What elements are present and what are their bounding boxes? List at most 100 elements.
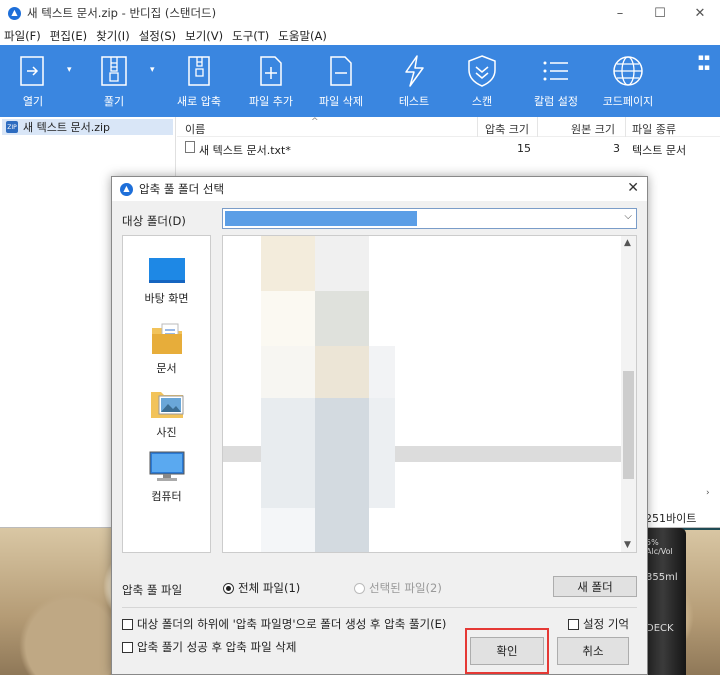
toolbar-extract-button[interactable]: 풀기 — [94, 45, 134, 117]
checkbox-remember-settings[interactable]: 설정 기억 — [568, 616, 629, 632]
place-computer[interactable]: 컴퓨터 — [123, 450, 210, 504]
menu-view[interactable]: 보기(V) — [185, 28, 223, 44]
toolbar-scan-button[interactable]: 스캔 — [464, 45, 500, 117]
column-header-file-type[interactable]: 파일 종류 — [632, 121, 676, 137]
checkbox-create-subfolder[interactable]: 대상 폴더의 하위에 '압축 파일명'으로 폴더 생성 후 압축 풀기(E) — [122, 616, 446, 632]
scroll-up-icon[interactable]: ▲ — [624, 238, 631, 248]
radio-selected-files[interactable]: 선택된 파일(2) — [354, 580, 442, 596]
list-header: 이름 ^ 압축 크기 원본 크기 파일 종류 — [177, 117, 720, 137]
menu-edit[interactable]: 편집(E) — [50, 28, 87, 44]
desktop-icon — [148, 258, 185, 283]
place-documents[interactable]: 문서 — [123, 320, 210, 376]
sort-ascending-icon: ^ — [311, 117, 319, 127]
toolbar-test-button[interactable]: 테스트 — [396, 45, 432, 117]
delete-file-icon — [330, 56, 352, 86]
dialog-title-bar[interactable]: ▲ 압축 풀 폴더 선택 ✕ — [112, 177, 647, 201]
folder-view-scrollbar[interactable]: ▲ ▼ — [621, 236, 636, 552]
chevron-down-icon[interactable]: ⌵ — [624, 211, 632, 222]
checkbox-unchecked-icon — [122, 618, 133, 630]
new-archive-icon — [188, 56, 210, 86]
minimize-button[interactable]: – — [600, 0, 640, 26]
column-divider — [625, 117, 626, 137]
toolbar-new-archive-label: 새로 압축 — [177, 95, 221, 108]
menu-settings[interactable]: 설정(S) — [139, 28, 176, 44]
scroll-down-icon[interactable]: ▼ — [624, 540, 631, 550]
destination-folder-combo[interactable]: ⌵ — [222, 208, 637, 229]
test-icon — [405, 55, 424, 87]
tree-item-archive[interactable]: ZIP 새 텍스트 문서.zip — [2, 119, 173, 135]
column-divider — [537, 117, 538, 137]
radio-all-files-label: 전체 파일(1) — [238, 581, 301, 595]
open-icon — [20, 56, 44, 86]
dialog-title: 압축 풀 폴더 선택 — [139, 182, 225, 196]
menu-bar: 파일(F) 편집(E) 찾기(I) 설정(S) 보기(V) 도구(T) 도움말(… — [0, 26, 720, 45]
text-file-icon — [185, 141, 195, 153]
title-bar[interactable]: ▲ 새 텍스트 문서.zip - 반디집 (스탠더드) – ☐ ✕ — [0, 0, 720, 26]
window-title: 새 텍스트 문서.zip - 반디집 (스탠더드) — [27, 6, 217, 20]
cancel-button[interactable]: 취소 — [557, 637, 629, 665]
menu-find[interactable]: 찾기(I) — [96, 28, 130, 44]
checkbox-remember-settings-label: 설정 기억 — [583, 617, 629, 631]
file-compressed-size: 15 — [517, 142, 531, 155]
toolbar-delete-file-label: 파일 삭제 — [319, 95, 363, 108]
places-panel: 바탕 화면 문서 사진 컴퓨터 — [122, 235, 211, 553]
menu-tools[interactable]: 도구(T) — [232, 28, 269, 44]
toolbar-new-archive-button[interactable]: 새로 압축 — [172, 45, 226, 117]
place-label: 문서 — [156, 362, 177, 375]
toolbar-columns-button[interactable]: 칼럼 설정 — [530, 45, 582, 117]
pictures-folder-icon — [150, 392, 183, 418]
toolbar-add-file-label: 파일 추가 — [249, 95, 293, 108]
column-header-name[interactable]: 이름 — [185, 121, 205, 137]
checkbox-create-subfolder-label: 대상 폴더의 하위에 '압축 파일명'으로 폴더 생성 후 압축 풀기(E) — [137, 617, 447, 631]
menu-help[interactable]: 도움말(A) — [278, 28, 327, 44]
toolbar-codepage-button[interactable]: 코드페이지 — [598, 45, 658, 117]
radio-checked-icon — [223, 582, 234, 594]
divider — [122, 607, 637, 608]
checkbox-unchecked-icon — [568, 618, 579, 630]
column-header-original-size[interactable]: 원본 크기 — [571, 121, 615, 137]
blurred-content — [261, 291, 315, 346]
checkbox-delete-archive-label: 압축 풀기 성공 후 압축 파일 삭제 — [137, 640, 297, 654]
dialog-close-icon[interactable]: ✕ — [627, 180, 639, 196]
toolbar-test-label: 테스트 — [398, 95, 430, 108]
destination-folder-label: 대상 폴더(D) — [122, 214, 186, 228]
radio-all-files[interactable]: 전체 파일(1) — [223, 580, 300, 596]
new-folder-button[interactable]: 새 폴더 — [553, 576, 637, 597]
toolbar-scan-label: 스캔 — [471, 95, 493, 108]
blurred-content — [315, 398, 369, 552]
window-controls: – ☐ ✕ — [600, 0, 720, 26]
blurred-content — [369, 398, 395, 508]
ok-button-highlight-box — [465, 628, 549, 674]
columns-icon — [543, 61, 568, 81]
open-dropdown-chevron-icon[interactable]: ▾ — [67, 65, 72, 75]
status-size-text: 251바이트 — [645, 512, 697, 525]
scroll-right-icon[interactable]: › — [706, 488, 710, 498]
maximize-button[interactable]: ☐ — [640, 0, 680, 26]
scan-icon — [468, 55, 496, 87]
layout-grid-icon[interactable]: ▪▪ ▪▪ — [698, 53, 710, 73]
toolbar-open-label: 열기 — [22, 95, 44, 108]
column-header-compressed-size[interactable]: 압축 크기 — [485, 121, 529, 137]
toolbar-add-file-button[interactable]: 파일 추가 — [246, 45, 296, 117]
place-desktop[interactable]: 바탕 화면 — [123, 256, 210, 306]
extract-dropdown-chevron-icon[interactable]: ▾ — [150, 65, 155, 75]
zip-file-icon: ZIP — [6, 121, 18, 133]
folder-browser-view[interactable]: ▲ ▼ — [222, 235, 637, 553]
close-button[interactable]: ✕ — [680, 0, 720, 26]
add-file-icon — [260, 56, 282, 86]
extract-folder-dialog: ▲ 압축 풀 폴더 선택 ✕ 대상 폴더(D) ⌵ 바탕 화면 문서 사진 컴퓨… — [111, 176, 648, 675]
place-label: 컴퓨터 — [151, 490, 182, 503]
file-original-size: 3 — [613, 142, 620, 155]
scrollbar-thumb[interactable] — [623, 371, 634, 479]
checkbox-delete-archive[interactable]: 압축 풀기 성공 후 압축 파일 삭제 — [122, 639, 296, 655]
blurred-content — [261, 508, 315, 552]
blurred-content — [261, 236, 315, 291]
place-pictures[interactable]: 사진 — [123, 384, 210, 440]
toolbar-delete-file-button[interactable]: 파일 삭제 — [316, 45, 366, 117]
table-row[interactable]: 새 텍스트 문서.txt* 15 3 텍스트 문서 — [177, 139, 720, 157]
toolbar-codepage-label: 코드페이지 — [602, 95, 654, 108]
destination-path-selection — [225, 211, 417, 226]
column-divider — [477, 117, 478, 137]
toolbar-open-button[interactable]: 열기 — [16, 45, 50, 117]
menu-file[interactable]: 파일(F) — [4, 28, 41, 44]
